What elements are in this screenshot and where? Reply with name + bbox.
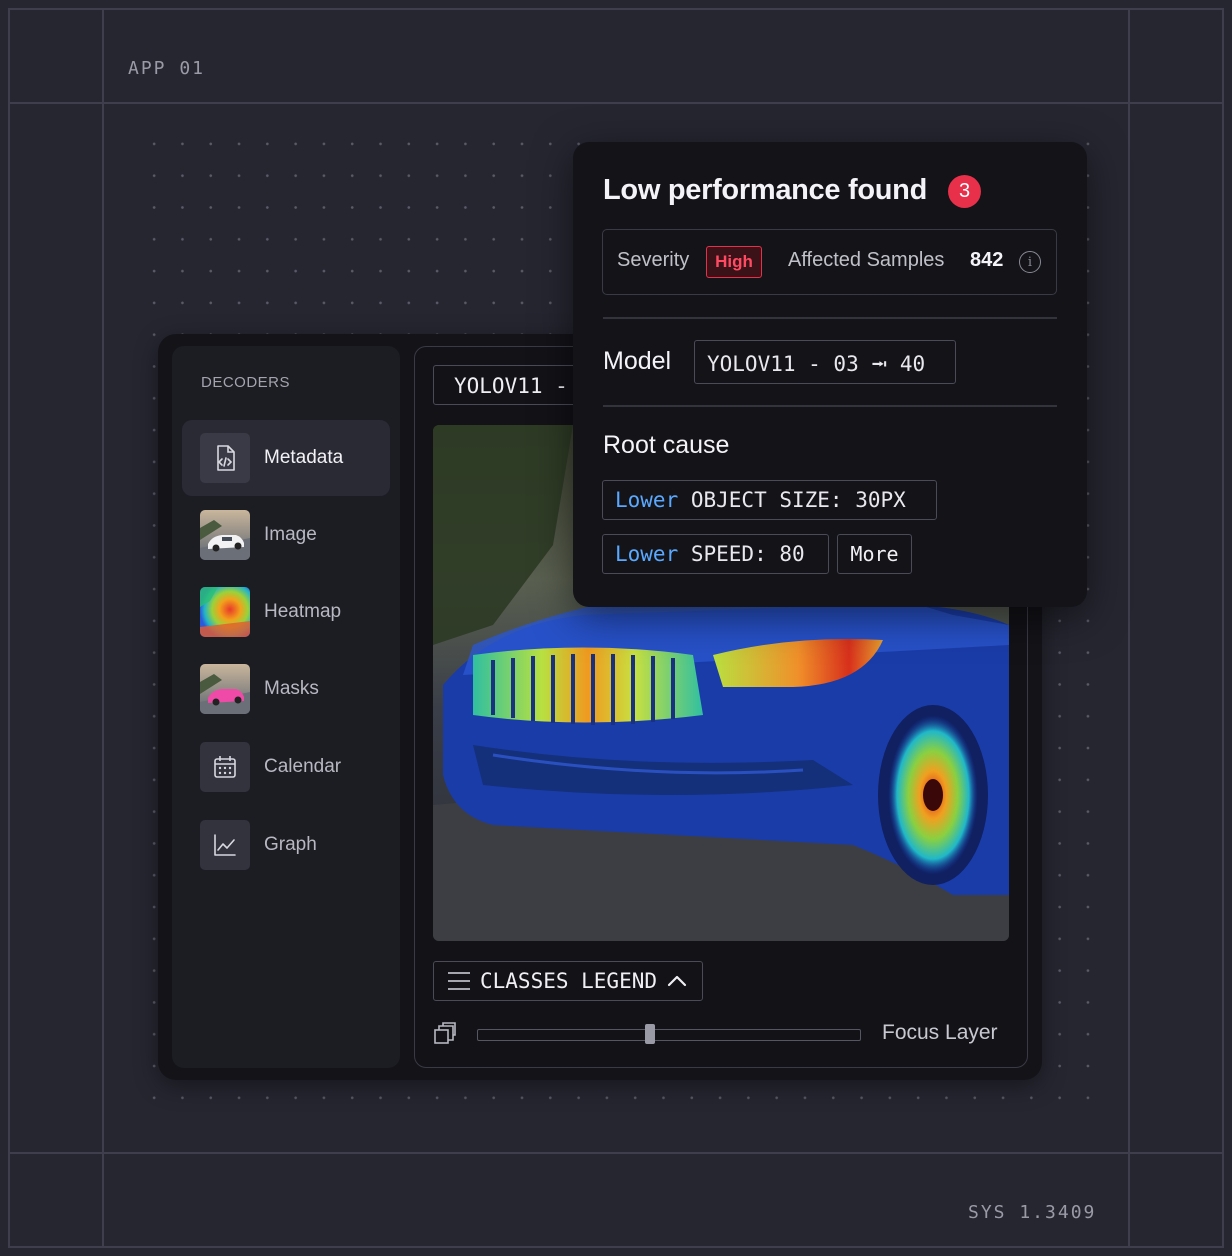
severity-badge: High xyxy=(706,246,762,278)
popup-title: Low performance found xyxy=(603,174,927,206)
focus-slider-track[interactable] xyxy=(477,1029,861,1041)
sidebar-item-metadata[interactable]: Metadata xyxy=(182,420,390,496)
model-version-value: YOLOV11 - 03 ⭲ 40 xyxy=(694,340,956,384)
sidebar-item-label: Image xyxy=(264,524,317,545)
severity-label: Severity xyxy=(617,249,690,271)
sidebar-item-heatmap[interactable]: Heatmap xyxy=(182,574,390,650)
root-cause-label: Root cause xyxy=(603,431,730,459)
sidebar-item-label: Metadata xyxy=(264,447,344,468)
heatmap-thumbnail xyxy=(200,587,250,637)
chevron-up-icon xyxy=(667,974,687,988)
frame-line-left xyxy=(102,8,104,1248)
root-cause-chip[interactable]: Lower OBJECT SIZE: 30PX xyxy=(602,480,937,520)
info-icon[interactable]: i xyxy=(1019,251,1041,273)
classes-legend-label: CLASSES LEGEND xyxy=(480,969,658,993)
sidebar-item-graph[interactable]: Graph xyxy=(182,807,390,883)
classes-legend-button[interactable]: CLASSES LEGEND xyxy=(433,961,703,1001)
frame-bottom-label: SYS 1.3409 xyxy=(968,1202,1097,1223)
affected-samples-value: 842 xyxy=(970,249,1004,271)
affected-samples-label: Affected Samples xyxy=(788,249,945,271)
code-file-icon xyxy=(200,433,250,483)
model-label: Model xyxy=(603,347,672,375)
popup-divider xyxy=(603,405,1057,407)
cause-keyword: Lower xyxy=(615,488,679,512)
sidebar-item-image[interactable]: Image xyxy=(182,497,390,573)
frame-border-left xyxy=(8,8,10,1248)
popup-divider xyxy=(603,317,1057,319)
frame-top-label: APP 01 xyxy=(128,58,206,79)
cause-text: OBJECT SIZE: 30PX xyxy=(678,488,906,512)
focus-layer-label: Focus Layer xyxy=(882,1021,998,1044)
frame-line-right xyxy=(1128,8,1130,1248)
cause-text: SPEED: 80 xyxy=(678,542,805,566)
frame-border-top xyxy=(8,8,1224,10)
frame-border-bottom xyxy=(8,1246,1224,1248)
line-graph-icon xyxy=(200,820,250,870)
sidebar-item-label: Heatmap xyxy=(264,601,342,622)
root-cause-chip[interactable]: Lower SPEED: 80 xyxy=(602,534,829,574)
more-causes-button[interactable]: More xyxy=(837,534,912,574)
menu-lines-icon xyxy=(446,970,472,992)
issue-count-badge: 3 xyxy=(948,175,981,208)
focus-slider-thumb[interactable] xyxy=(644,1024,655,1044)
frame-line-footer xyxy=(8,1152,1224,1154)
layers-copy-icon[interactable] xyxy=(433,1022,457,1051)
sidebar-item-masks[interactable]: Masks xyxy=(182,651,390,727)
sidebar-item-label: Calendar xyxy=(264,756,342,777)
sidebar-item-calendar[interactable]: Calendar xyxy=(182,729,390,805)
car-thumbnail xyxy=(200,510,250,560)
mask-thumbnail xyxy=(200,664,250,714)
sidebar-item-label: Graph xyxy=(264,834,317,855)
cause-keyword: Lower xyxy=(615,542,679,566)
sidebar-title: DECODERS xyxy=(201,374,291,391)
frame-border-right xyxy=(1222,8,1224,1248)
frame-line-header xyxy=(8,102,1224,104)
calendar-icon xyxy=(200,742,250,792)
sidebar-item-label: Masks xyxy=(264,678,319,699)
